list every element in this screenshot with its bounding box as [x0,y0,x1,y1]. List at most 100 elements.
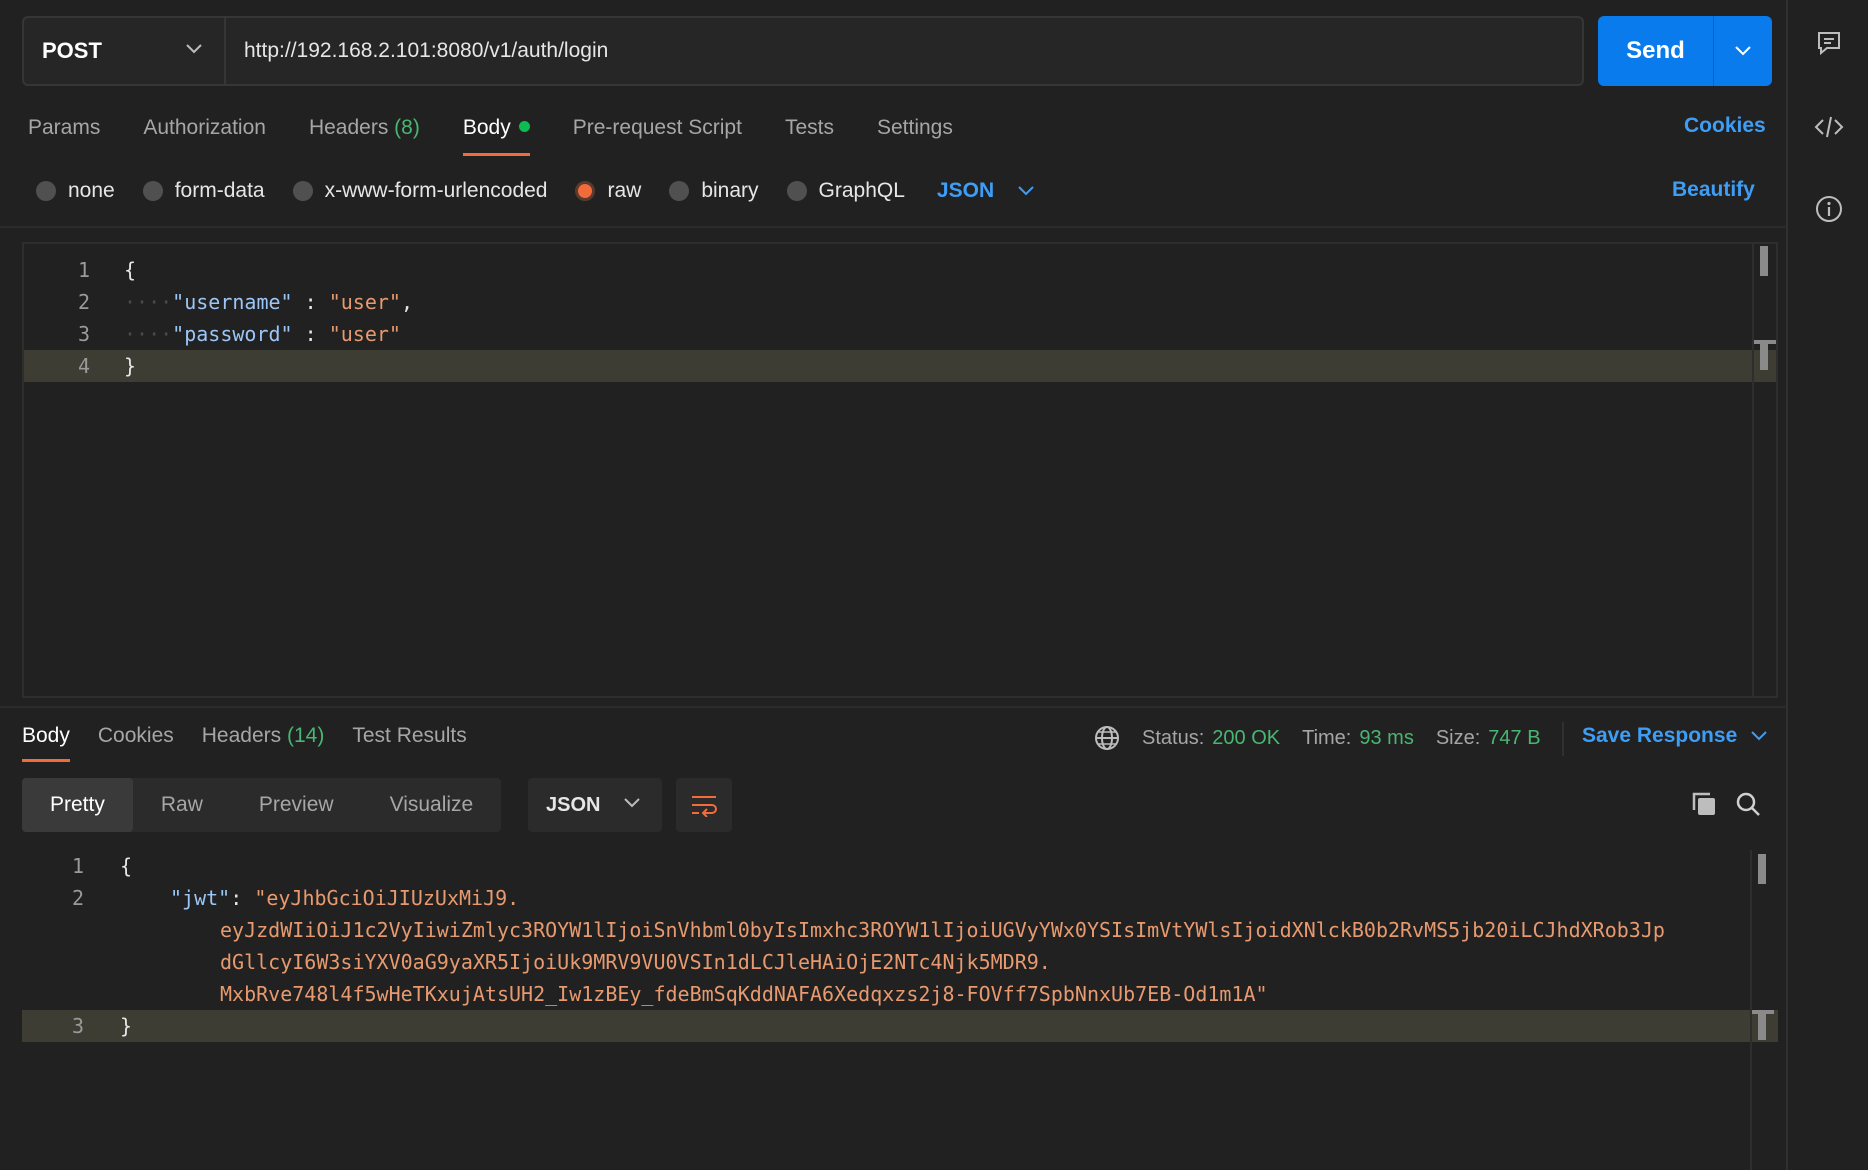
chevron-down-icon [186,44,202,54]
view-mode-raw[interactable]: Raw [133,778,231,832]
tab-params[interactable]: Params [28,110,100,156]
info-icon [1816,196,1842,222]
code-snippet-button[interactable] [1812,110,1846,144]
tab-label: Body [22,724,70,747]
search-icon[interactable] [1734,790,1762,818]
indent-marks: ···· [124,290,173,314]
size-value[interactable]: 747 B [1488,727,1540,750]
tab-label: Headers [308,116,389,139]
code-line: 2 "jwt": "eyJhbGciOiJIUzUxMiJ9. [22,882,1778,914]
line-number: 2 [71,886,84,910]
scrollbar-thumb[interactable] [1758,854,1766,884]
response-tab-headers[interactable]: Headers (14) [202,716,325,762]
right-sidebar [1786,0,1868,1170]
chevron-down-icon [1018,186,1034,196]
radio-form-data[interactable]: form-data [142,179,265,203]
json-key: "jwt" [170,886,231,910]
line-number: 3 [71,1014,84,1038]
code-line-wrapped: eyJzdWIiOiJ1c2VyIiwiZmlyc3ROYW1lIjoiSnVh… [22,914,1778,946]
tab-body[interactable]: Body [462,110,530,156]
chevron-down-icon [624,798,640,808]
comments-button[interactable] [1812,26,1846,60]
indent-marks: ···· [124,322,173,346]
code-text: ····"username" : "user", [124,286,413,318]
save-response-button[interactable]: Save Response [1582,724,1767,748]
send-button[interactable]: Send [1598,16,1714,86]
cookies-link[interactable]: Cookies [1684,114,1766,138]
tab-label: Headers [201,724,282,747]
line-number: 3 [77,322,90,346]
radio-label: none [68,179,115,202]
code-line: 3 ····"password" : "user" [24,318,1776,350]
json-value: "user" [328,322,401,346]
tab-label: Cookies [97,724,174,747]
json-separator: : [292,290,329,314]
radio-none[interactable]: none [36,179,115,203]
body-indicator-dot [518,120,530,132]
view-mode-visualize[interactable]: Visualize [362,778,502,832]
radio-raw[interactable]: raw [575,179,641,203]
editor-scrollbar[interactable] [1752,244,1776,696]
radio-circle-selected [575,181,596,201]
response-format-select[interactable]: JSON [528,778,662,832]
line-number: 1 [71,854,84,878]
code-line-active: 4 } [24,350,1776,382]
status-value[interactable]: 200 OK [1212,727,1280,750]
wrap-lines-button[interactable] [676,778,732,832]
divider [1562,722,1564,756]
copy-icon[interactable] [1690,790,1718,818]
body-type-options: none form-data x-www-form-urlencoded raw… [36,176,1034,206]
tab-headers[interactable]: Headers (8) [309,110,420,156]
response-tab-test-results[interactable]: Test Results [352,716,466,762]
code-icon [1814,116,1844,138]
view-mode-pretty[interactable]: Pretty [22,778,133,832]
code-line-wrapped: MxbRve748l4f5wHeTKxujAtsUH2_Iw1zBEy_fdeB… [22,978,1778,1010]
radio-binary[interactable]: binary [669,179,759,203]
radio-label: x-www-form-urlencoded [324,179,548,202]
code-text: } [124,354,137,378]
url-input[interactable]: http://192.168.2.101:8080/v1/auth/login [226,18,1582,84]
code-line: 1 { [24,254,1776,286]
json-value: "user" [328,290,401,314]
json-key: "username" [172,290,293,314]
tab-pre-request-script[interactable]: Pre-request Script [573,110,742,156]
beautify-button[interactable]: Beautify [1672,178,1755,202]
tab-settings[interactable]: Settings [877,110,953,156]
tab-authorization[interactable]: Authorization [143,110,266,156]
radio-label: form-data [174,179,265,202]
response-body-viewer[interactable]: 1 { 2 "jwt": "eyJhbGciOiJIUzUxMiJ9. eyJz… [22,850,1778,1170]
time-value[interactable]: 93 ms [1359,727,1413,750]
method-select[interactable]: POST [24,18,226,84]
code-text: "jwt": "eyJhbGciOiJIUzUxMiJ9. [170,882,519,914]
view-mode-preview[interactable]: Preview [231,778,362,832]
status-label: Status: [1142,726,1205,749]
request-body-editor[interactable]: 1 { 2 ····"username" : "user", 3 ····"pa… [22,242,1778,698]
code-line: 2 ····"username" : "user", [24,286,1776,318]
radio-label: GraphQL [818,179,905,202]
info-button[interactable] [1812,192,1846,226]
code-text: { [120,854,133,878]
tab-label: Pre-request Script [572,116,742,139]
scrollbar-thumb[interactable] [1760,246,1768,276]
wrap-lines-icon [692,796,717,817]
body-format-select[interactable]: JSON [937,179,1034,203]
body-format-label: JSON [936,179,995,202]
line-number: 4 [77,354,90,378]
json-value-continued: dGllcyI6W3siYXV0aG9yaXR5IjoiUk9MRV9VU0VS… [220,950,1051,974]
chevron-down-icon [1735,46,1751,56]
send-options-button[interactable] [1714,16,1772,86]
response-tab-cookies[interactable]: Cookies [98,716,174,762]
response-tab-body[interactable]: Body [22,716,70,762]
tab-tests[interactable]: Tests [785,110,834,156]
tab-label: Params [28,116,101,139]
tab-label: Settings [876,116,953,139]
radio-graphql[interactable]: GraphQL [786,179,905,203]
response-scrollbar[interactable] [1750,850,1774,1170]
line-number: 2 [77,290,90,314]
chevron-down-icon [1751,731,1767,741]
globe-icon[interactable] [1094,725,1120,751]
radio-x-www-form-urlencoded[interactable]: x-www-form-urlencoded [292,179,548,203]
tab-label: Authorization [143,116,266,139]
json-colon: : [230,886,255,910]
code-line: 1 { [22,850,1778,882]
